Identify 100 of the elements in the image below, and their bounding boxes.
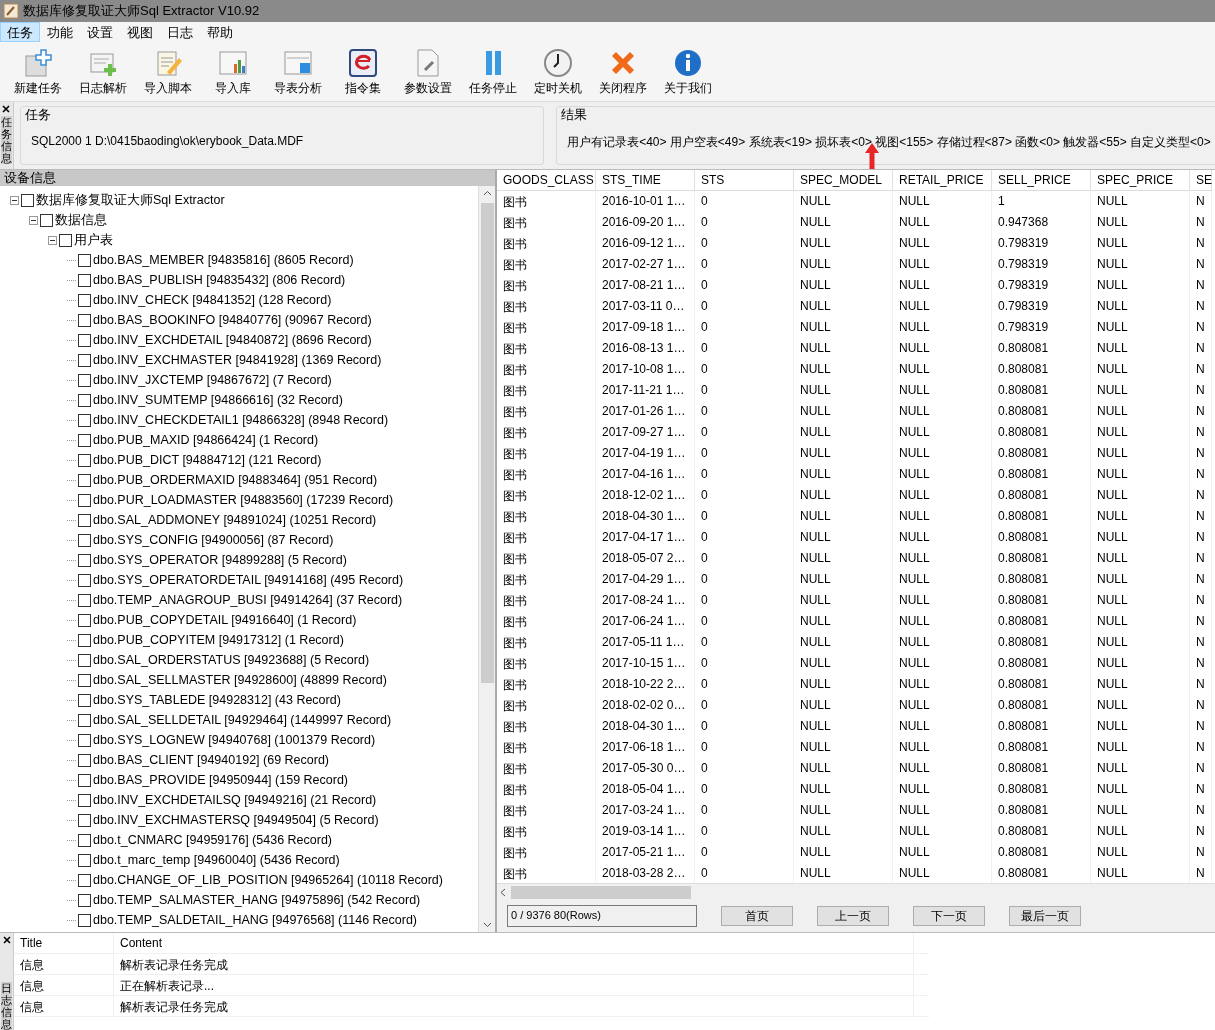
column-header[interactable]: GOODS_CLASS [497, 170, 596, 191]
tree-checkbox[interactable] [78, 473, 91, 487]
tree-item[interactable]: dbo.PUB_COPYITEM [94917312] (1 Record) [93, 633, 344, 647]
tree-checkbox[interactable] [78, 773, 91, 787]
tree-checkbox[interactable] [78, 913, 91, 927]
tree-item[interactable]: dbo.INV_EXCHDETAILSQ [94949216] (21 Record) [93, 793, 377, 807]
tree-checkbox[interactable] [78, 853, 91, 867]
tree-item[interactable]: dbo.SAL_SELLMASTER [94928600] (48899 Record) [93, 673, 387, 687]
close-icon[interactable] [2, 105, 11, 113]
tree-item[interactable]: dbo.BAS_CLIENT [94940192] (69 Record) [93, 753, 330, 767]
toolbar-button[interactable]: 导入脚本 [136, 42, 199, 101]
tree-checkbox[interactable] [78, 493, 91, 507]
tree-checkbox[interactable] [59, 233, 72, 247]
column-header[interactable]: RETAIL_PRICE [893, 170, 992, 191]
toolbar-button[interactable]: 关于我们 [656, 42, 719, 101]
toolbar-button[interactable]: 关闭程序 [591, 42, 654, 101]
column-header[interactable]: STS [695, 170, 794, 191]
tree-item[interactable]: dbo.INV_CHECK [94841352] (128 Record) [93, 293, 332, 307]
tree-item[interactable]: dbo.BAS_MEMBER [94835816] (8605 Record) [93, 253, 354, 267]
tree-checkbox[interactable] [78, 753, 91, 767]
tree-checkbox[interactable] [21, 193, 34, 207]
tree-item[interactable]: dbo.INV_SUMTEMP [94866616] (32 Record) [93, 393, 343, 407]
column-header[interactable]: SELL_PRICE [992, 170, 1091, 191]
column-header[interactable]: SPEC_MODEL [794, 170, 893, 191]
tree-item[interactable]: dbo.CHANGE_OF_LIB_POSITION [94965264] (10118 Record) [93, 873, 443, 887]
tree-checkbox[interactable] [78, 253, 91, 267]
tree-checkbox[interactable] [40, 213, 53, 227]
tree-checkbox[interactable] [78, 353, 91, 367]
tree-checkbox[interactable] [78, 613, 91, 627]
tree-item[interactable]: dbo.SAL_ORDERSTATUS [94923688] (5 Record) [93, 653, 370, 667]
tree-checkbox[interactable] [78, 313, 91, 327]
tree-item[interactable]: dbo.SYS_CONFIG [94900056] (87 Record) [93, 533, 334, 547]
toolbar-button[interactable]: 导表分析 [266, 42, 329, 101]
tree-item[interactable]: dbo.SYS_OPERATORDETAIL [94914168] (495 Record) [93, 573, 404, 587]
column-header[interactable]: Content [114, 933, 914, 953]
tree-item[interactable]: dbo.PUB_COPYDETAIL [94916640] (1 Record) [93, 613, 357, 627]
toolbar-button[interactable]: 参数设置 [396, 42, 459, 101]
tree-item[interactable]: dbo.t_marc_temp [94960040] (5436 Record) [93, 853, 340, 867]
column-header[interactable]: Title [14, 933, 114, 953]
tree-checkbox[interactable] [78, 453, 91, 467]
toolbar-button[interactable]: 指令集 [331, 42, 394, 101]
tree-checkbox[interactable] [78, 373, 91, 387]
column-header[interactable]: SE [1190, 170, 1212, 191]
tree-item[interactable]: dbo.SAL_SELLDETAIL [94929464] (1449997 Record) [93, 713, 392, 727]
menu-item[interactable]: 任务 [0, 22, 40, 42]
tree-checkbox[interactable] [78, 433, 91, 447]
horizontal-scrollbar[interactable] [497, 883, 1215, 900]
tree-item[interactable]: dbo.TEMP_ANAGROUP_BUSI [94914264] (37 Record) [93, 593, 403, 607]
tree-checkbox[interactable] [78, 713, 91, 727]
menu-item[interactable]: 设置 [80, 22, 120, 42]
tree-item[interactable]: dbo.INV_EXCHMASTER [94841928] (1369 Record) [93, 353, 382, 367]
collapse-icon[interactable] [29, 215, 38, 225]
tree-item[interactable]: dbo.t_CNMARC [94959176] (5436 Record) [93, 833, 333, 847]
tree-checkbox[interactable] [78, 693, 91, 707]
tree-checkbox[interactable] [78, 833, 91, 847]
tree-item[interactable]: dbo.PUR_LOADMASTER [94883560] (17239 Record) [93, 493, 394, 507]
toolbar-button[interactable]: 新建任务 [6, 42, 69, 101]
toolbar-button[interactable]: 任务停止 [461, 42, 524, 101]
tree-checkbox[interactable] [78, 593, 91, 607]
tree-item[interactable]: dbo.SYS_TABLEDE [94928312] (43 Record) [93, 693, 341, 707]
tree-item[interactable]: dbo.BAS_BOOKINFO [94840776] (90967 Record) [93, 313, 372, 327]
tree-checkbox[interactable] [78, 553, 91, 567]
tree-item[interactable]: dbo.INV_EXCHDETAIL [94840872] (8696 Record) [93, 333, 372, 347]
menu-item[interactable]: 视图 [120, 22, 160, 42]
vertical-scrollbar[interactable] [478, 186, 495, 932]
page-button[interactable]: 下一页 [913, 906, 985, 926]
tree-checkbox[interactable] [78, 513, 91, 527]
tree-checkbox[interactable] [78, 533, 91, 547]
menu-item[interactable]: 帮助 [200, 22, 240, 42]
tree-item[interactable]: dbo.BAS_PUBLISH [94835432] (806 Record) [93, 273, 346, 287]
tree-checkbox[interactable] [78, 573, 91, 587]
menu-item[interactable]: 日志 [160, 22, 200, 42]
toolbar-button[interactable]: 定时关机 [526, 42, 589, 101]
tree-item[interactable]: dbo.INV_JXCTEMP [94867672] (7 Record) [93, 373, 332, 387]
tree-checkbox[interactable] [78, 813, 91, 827]
tree-checkbox[interactable] [78, 633, 91, 647]
tree-item[interactable]: dbo.BAS_PROVIDE [94950944] (159 Record) [93, 773, 348, 787]
tree-item[interactable]: dbo.TEMP_SALDETAIL_HANG [94976568] (1146 Record) [93, 913, 417, 927]
tree-item[interactable]: dbo.TEMP_SALMASTER_HANG [94975896] (542 Record) [93, 893, 421, 907]
tree-checkbox[interactable] [78, 333, 91, 347]
menu-item[interactable]: 功能 [40, 22, 80, 42]
tree-checkbox[interactable] [78, 873, 91, 887]
tree-checkbox[interactable] [78, 413, 91, 427]
tree-item[interactable]: 数据库修复取证大师Sql Extractor [36, 191, 225, 209]
page-button[interactable]: 上一页 [817, 906, 889, 926]
side-tab[interactable]: 日志信息 [1, 981, 12, 1030]
toolbar-button[interactable]: 日志解析 [71, 42, 134, 101]
tree-item[interactable]: 数据信息 [55, 211, 107, 229]
tree-item[interactable]: 用户表 [74, 231, 113, 249]
tree-checkbox[interactable] [78, 733, 91, 747]
tree-checkbox[interactable] [78, 293, 91, 307]
tree-item[interactable]: dbo.INV_CHECKDETAIL1 [94866328] (8948 Record) [93, 413, 389, 427]
tree-checkbox[interactable] [78, 653, 91, 667]
tree-item[interactable]: dbo.SYS_OPERATOR [94899288] (5 Record) [93, 553, 347, 567]
tree-checkbox[interactable] [78, 273, 91, 287]
toolbar-button[interactable]: 导入库 [201, 42, 264, 101]
page-button[interactable]: 最后一页 [1009, 906, 1081, 926]
collapse-icon[interactable] [48, 235, 57, 245]
tree-checkbox[interactable] [78, 393, 91, 407]
tree-checkbox[interactable] [78, 893, 91, 907]
